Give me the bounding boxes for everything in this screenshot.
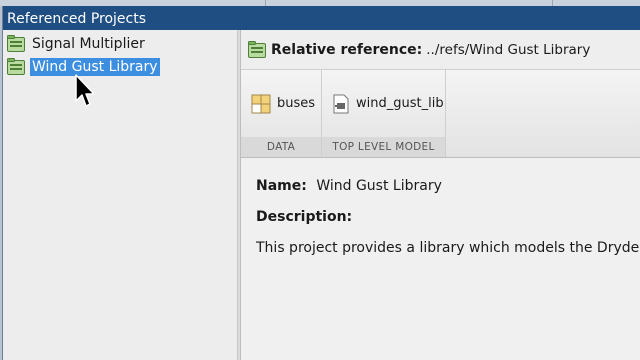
mouse-cursor-icon [75,74,95,107]
reference-header: Relative reference: ../refs/Wind Gust Li… [241,30,640,70]
description-label: Description: [256,209,353,225]
window-title: Referenced Projects [3,6,640,30]
ribbon-section-top-level-model: wind_gust_lib TOP LEVEL MODEL [322,70,446,157]
model-icon [333,94,349,113]
name-value: Wind Gust Library [316,178,442,194]
project-icon [7,57,25,75]
grid-icon [251,94,271,113]
project-tree: Signal Multiplier Wind Gust Library [3,30,237,360]
buses-shortcut[interactable]: buses [251,94,315,114]
project-icon [248,40,266,58]
project-details: Name: Wind Gust Library Description: Thi… [241,158,640,256]
shortcut-ribbon: buses DATA wind_gust_lib TOP LEVEL MODEL [241,70,640,158]
reference-path: ../refs/Wind Gust Library [426,41,591,58]
ribbon-section-label: TOP LEVEL MODEL [322,137,445,157]
ribbon-section-data: buses DATA [241,70,322,157]
reference-details-pane: Relative reference: ../refs/Wind Gust Li… [241,30,640,360]
referenced-projects-window: Referenced Projects Signal Multiplier Wi… [2,6,640,360]
wind-gust-lib-label: wind_gust_lib [356,96,444,111]
wind-gust-lib-shortcut[interactable]: wind_gust_lib [332,94,444,114]
description-row: Description: [256,209,640,225]
name-label: Name: [256,178,307,194]
buses-label: buses [277,96,316,111]
project-icon [7,34,25,52]
name-row: Name: Wind Gust Library [256,178,640,194]
tree-item-label: Signal Multiplier [32,35,145,52]
description-text: This project provides a library which mo… [256,240,640,256]
reference-type-label: Relative reference: [271,41,423,58]
ribbon-section-label: DATA [241,137,321,157]
tree-item-signal-multiplier[interactable]: Signal Multiplier [6,33,147,54]
